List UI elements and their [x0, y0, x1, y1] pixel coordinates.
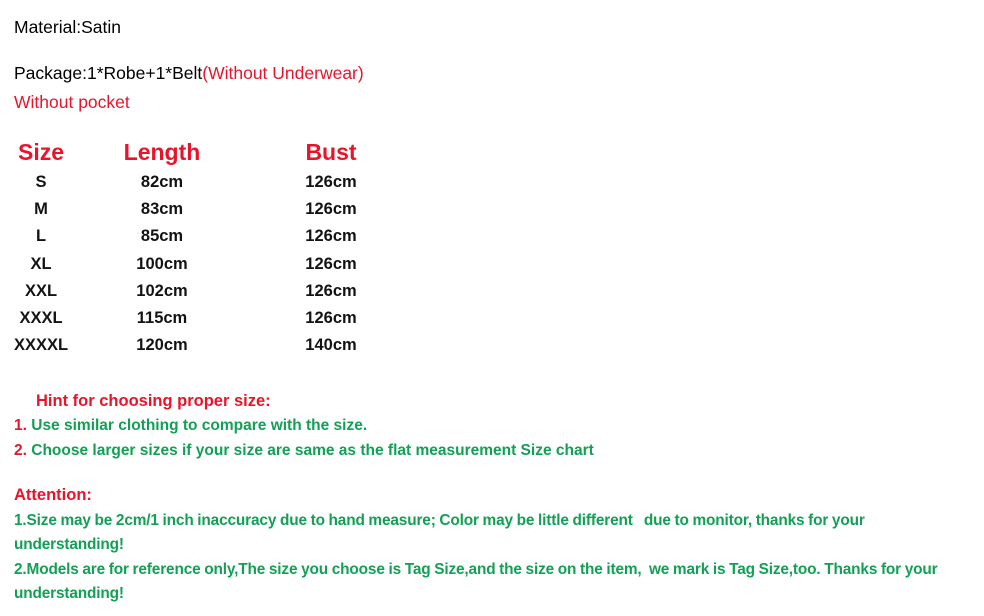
cell-length: 85cm: [140, 227, 184, 246]
table-row: M 83cm 126cm: [0, 196, 420, 223]
cell-size: XXL: [24, 281, 58, 300]
cell-size: XXXXL: [13, 336, 69, 355]
hint-item-number: 1.: [14, 417, 27, 434]
attention-block: Attention: 1.Size may be 2cm/1 inch inac…: [14, 483, 970, 605]
cell-length: 83cm: [140, 200, 184, 219]
cell-bust: 126cm: [305, 254, 357, 273]
hint-item-text: Choose larger sizes if your size are sam…: [26, 442, 594, 459]
size-table-body: S 82cm 126cm M 83cm 126cm L 85cm 126cm X…: [0, 169, 420, 359]
package-label: Package:1*Robe+1*Belt: [14, 63, 203, 83]
product-info-block: Material:Satin Package:1*Robe+1*Belt(Wit…: [14, 12, 954, 116]
package-line: Package:1*Robe+1*Belt(Without Underwear): [14, 58, 954, 88]
package-note: (Without Underwear): [202, 63, 364, 83]
cell-length: 82cm: [140, 173, 184, 192]
table-row: S 82cm 126cm: [0, 169, 420, 196]
attention-title: Attention:: [14, 486, 92, 504]
column-header-size: Size: [17, 139, 65, 165]
pocket-note: Without pocket: [14, 92, 130, 112]
size-table: Size Length Bust S 82cm 126cm M 83cm 126…: [0, 136, 420, 359]
table-header-row: Size Length Bust: [0, 136, 420, 169]
cell-length: 115cm: [136, 309, 188, 328]
cell-length: 100cm: [136, 254, 188, 273]
cell-length: 120cm: [136, 336, 188, 355]
cell-bust: 126cm: [305, 227, 357, 246]
hint-item-number: 2.: [14, 442, 27, 459]
attention-item: 1.Size may be 2cm/1 inch inaccuracy due …: [14, 512, 869, 553]
hint-item: 2. Choose larger sizes if your size are …: [14, 438, 964, 463]
cell-size: L: [35, 227, 47, 246]
table-row: XXXL 115cm 126cm: [0, 305, 420, 332]
cell-size: XL: [30, 254, 52, 273]
size-chart-page: Material:Satin Package:1*Robe+1*Belt(Wit…: [0, 0, 984, 616]
hint-item: 1. Use similar clothing to compare with …: [14, 413, 964, 438]
column-header-length: Length: [123, 139, 201, 165]
cell-size: XXXL: [19, 309, 63, 328]
attention-item: 2.Models are for reference only,The size…: [14, 561, 942, 602]
cell-bust: 126cm: [305, 309, 357, 328]
table-row: XL 100cm 126cm: [0, 251, 420, 278]
cell-bust: 140cm: [305, 336, 357, 355]
size-table-head: Size Length Bust: [0, 136, 420, 169]
material-line: Material:Satin: [14, 17, 121, 37]
table-row: XXL 102cm 126cm: [0, 278, 420, 305]
table-row: L 85cm 126cm: [0, 223, 420, 250]
hint-block: Hint for choosing proper size: 1. Use si…: [14, 390, 964, 463]
cell-bust: 126cm: [305, 200, 357, 219]
hint-title: Hint for choosing proper size:: [36, 392, 271, 410]
cell-bust: 126cm: [305, 281, 357, 300]
cell-bust: 126cm: [305, 173, 357, 192]
table-row: XXXXL 120cm 140cm: [0, 332, 420, 359]
cell-length: 102cm: [136, 281, 188, 300]
hint-item-text: Use similar clothing to compare with the…: [26, 417, 368, 434]
column-header-bust: Bust: [305, 139, 357, 165]
cell-size: M: [34, 200, 48, 219]
cell-size: S: [35, 173, 47, 192]
